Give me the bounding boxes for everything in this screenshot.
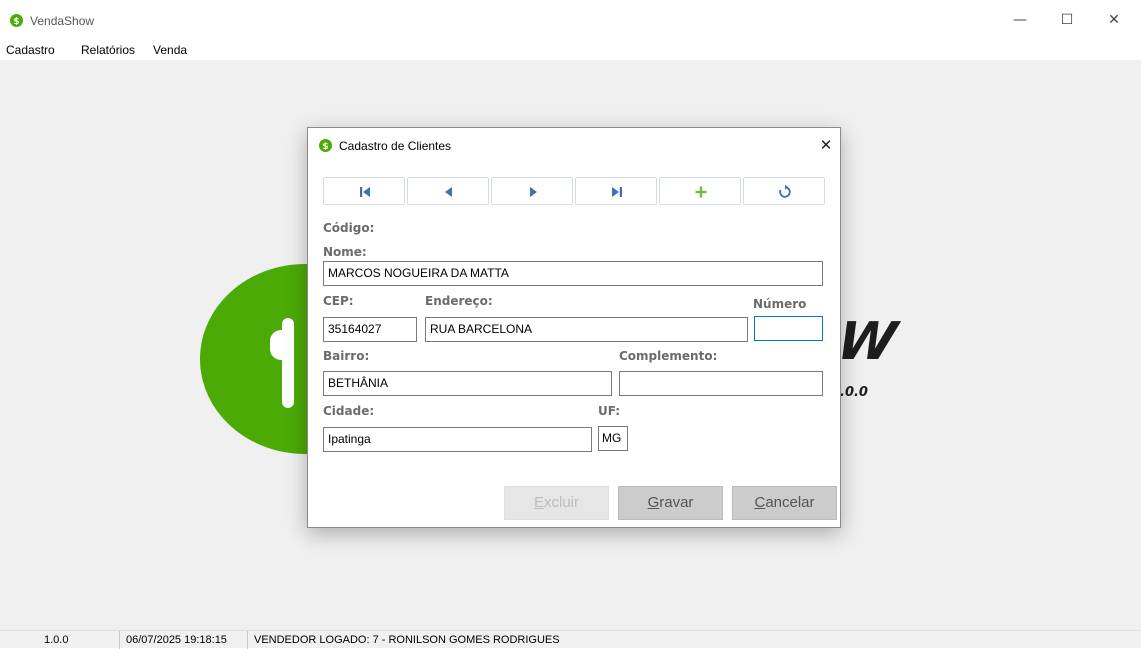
next-record-icon [530, 187, 537, 197]
previous-record-icon [445, 187, 452, 197]
numero-label: Número [753, 297, 807, 311]
maximize-button[interactable]: ☐ [1057, 10, 1077, 30]
status-version: 1.0.0 [0, 631, 120, 649]
svg-text:$: $ [13, 17, 19, 27]
dollar-circle-icon: $ [10, 14, 23, 27]
add-record-icon [695, 186, 707, 198]
next-record-button[interactable] [491, 177, 573, 205]
dialog-close-button[interactable]: ✕ [816, 135, 836, 155]
complemento-field[interactable] [619, 371, 823, 396]
cidade-field[interactable]: Ipatinga [323, 427, 592, 452]
first-record-button[interactable] [323, 177, 405, 205]
cancelar-button-label: ancelar [765, 494, 815, 511]
status-bar: 1.0.0 06/07/2025 19:18:15 VENDEDOR LOGAD… [0, 630, 1141, 649]
logo-version: .0.0 [840, 385, 868, 400]
refresh-button[interactable] [743, 177, 825, 205]
cidade-label: Cidade: [323, 404, 375, 418]
uf-field[interactable]: MG [598, 426, 628, 451]
status-vendedor: VENDEDOR LOGADO: 7 - RONILSON GOMES RODR… [254, 634, 560, 646]
cep-field[interactable]: 35164027 [323, 317, 417, 342]
minimize-button[interactable]: — [1010, 10, 1030, 30]
endereco-field[interactable]: RUA BARCELONA [425, 317, 748, 342]
close-button[interactable]: ✕ [1104, 10, 1124, 30]
bairro-label: Bairro: [323, 349, 370, 363]
refresh-icon [779, 184, 791, 198]
dialog-titlebar: $ Cadastro de Clientes ✕ [308, 128, 840, 162]
codigo-label: Código: [323, 221, 375, 235]
svg-text:$: $ [322, 142, 328, 152]
nome-field[interactable]: MARCOS NOGUEIRA DA MATTA [323, 261, 823, 286]
menu-cadastro[interactable]: Cadastro [6, 43, 55, 57]
endereco-label: Endereço: [425, 294, 493, 308]
bairro-field[interactable]: BETHÂNIA [323, 371, 612, 396]
gravar-button-accel: G [647, 494, 660, 511]
uf-label: UF: [598, 404, 621, 418]
last-record-button[interactable] [575, 177, 657, 205]
menu-venda[interactable]: Venda [153, 43, 187, 57]
excluir-button-label: xcluir [544, 494, 580, 511]
app-title: VendaShow [30, 14, 95, 28]
add-record-button[interactable] [659, 177, 741, 205]
excluir-button-accel: E [533, 494, 544, 511]
window-titlebar: $ VendaShow — ☐ ✕ [0, 0, 1141, 40]
first-record-icon [360, 187, 370, 197]
numero-field[interactable] [754, 316, 823, 341]
status-datetime: 06/07/2025 19:18:15 [120, 631, 248, 649]
menu-relatorios[interactable]: Relatórios [81, 43, 135, 57]
cadastro-clientes-dialog: $ Cadastro de Clientes ✕ Código: Nome: M… [307, 127, 841, 528]
gravar-button[interactable]: Gravar [618, 486, 723, 520]
last-record-icon [612, 187, 622, 197]
logo-wordmark: W [832, 312, 897, 372]
record-navigator [323, 177, 825, 205]
complemento-label: Complemento: [619, 349, 718, 363]
gravar-button-label: ravar [659, 494, 694, 511]
cancelar-button[interactable]: Cancelar [732, 486, 837, 520]
cancelar-button-accel: C [754, 494, 766, 511]
previous-record-button[interactable] [407, 177, 489, 205]
excluir-button[interactable]: Excluir [504, 486, 609, 520]
logo-dollar-icon [270, 318, 294, 408]
dollar-circle-icon: $ [319, 139, 332, 152]
cep-label: CEP: [323, 294, 354, 308]
dialog-title: Cadastro de Clientes [339, 139, 452, 153]
nome-label: Nome: [323, 245, 367, 259]
menu-bar: Cadastro Relatórios Venda [0, 40, 1141, 60]
